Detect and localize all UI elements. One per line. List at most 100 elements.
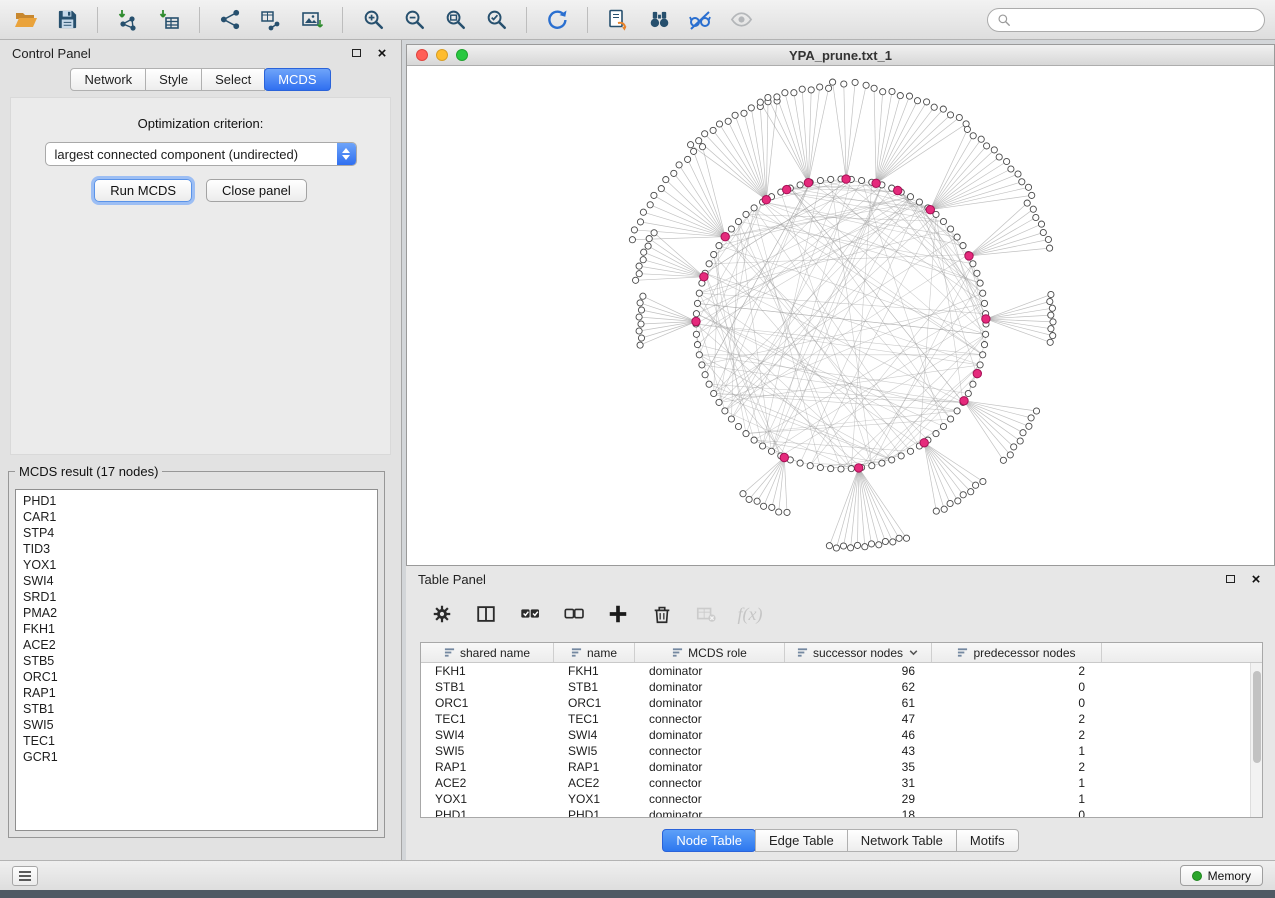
result-node-item[interactable]: CAR1 — [23, 509, 370, 525]
result-node-item[interactable]: TEC1 — [23, 733, 370, 749]
table-row[interactable]: SWI5SWI5connector431 — [421, 743, 1262, 759]
column-label: MCDS role — [688, 646, 747, 660]
cell-mcds-role: dominator — [635, 808, 785, 818]
delete-column-button[interactable] — [648, 600, 676, 628]
table-tab-motifs[interactable]: Motifs — [956, 829, 1019, 852]
cell-successor-nodes: 61 — [785, 696, 932, 710]
run-mcds-button[interactable]: Run MCDS — [94, 179, 192, 202]
table-bottom-tabs: Node TableEdge TableNetwork TableMotifs — [406, 829, 1275, 852]
table-row[interactable]: YOX1YOX1connector291 — [421, 791, 1262, 807]
search-network-button[interactable] — [643, 5, 675, 35]
result-node-item[interactable]: TID3 — [23, 541, 370, 557]
table-row[interactable]: TEC1TEC1connector472 — [421, 711, 1262, 727]
tab-style[interactable]: Style — [145, 68, 202, 91]
refresh-view-button[interactable] — [541, 5, 573, 35]
share-nodes-icon — [219, 8, 242, 31]
hide-selected-button[interactable] — [684, 5, 716, 35]
result-node-item[interactable]: FKH1 — [23, 621, 370, 637]
new-network-button[interactable] — [214, 5, 246, 35]
table-tab-edge-table[interactable]: Edge Table — [755, 829, 848, 852]
import-network-from-file-button[interactable] — [112, 5, 144, 35]
table-row[interactable]: ORC1ORC1dominator610 — [421, 695, 1262, 711]
tab-network[interactable]: Network — [70, 68, 146, 91]
table-row[interactable]: SWI4SWI4dominator462 — [421, 727, 1262, 743]
sort-icon — [571, 647, 582, 658]
column-settings-button[interactable] — [428, 600, 456, 628]
column-header-predecessor-nodes[interactable]: predecessor nodes — [932, 643, 1102, 662]
result-node-item[interactable]: ACE2 — [23, 637, 370, 653]
minimize-window-button[interactable] — [436, 49, 448, 61]
deselect-all-rows-button[interactable] — [560, 600, 588, 628]
zoom-in-button[interactable] — [357, 5, 389, 35]
result-node-item[interactable]: YOX1 — [23, 557, 370, 573]
float-table-panel-button[interactable] — [1223, 572, 1237, 586]
tab-mcds[interactable]: MCDS — [264, 68, 330, 91]
result-node-item[interactable]: SRD1 — [23, 589, 370, 605]
save-session-button[interactable] — [51, 5, 83, 35]
clear-table-button[interactable] — [692, 600, 720, 628]
result-node-item[interactable]: PMA2 — [23, 605, 370, 621]
control-panel-tabs: NetworkStyleSelectMCDS — [0, 68, 401, 91]
search-box[interactable] — [987, 8, 1265, 32]
network-from-table-button[interactable] — [255, 5, 287, 35]
result-node-item[interactable]: SWI5 — [23, 717, 370, 733]
chevron-down-icon[interactable] — [908, 647, 919, 658]
toolbar-separator — [199, 7, 200, 33]
memory-button[interactable]: Memory — [1180, 865, 1263, 886]
cell-predecessor-nodes: 0 — [932, 808, 1102, 818]
result-node-item[interactable]: STP4 — [23, 525, 370, 541]
table-row[interactable]: PHD1PHD1dominator180 — [421, 807, 1262, 818]
network-window-titlebar[interactable]: YPA_prune.txt_1 — [407, 45, 1274, 66]
criterion-select[interactable]: largest connected component (undirected) — [45, 142, 357, 166]
export-image-button[interactable] — [296, 5, 328, 35]
result-node-item[interactable]: STB5 — [23, 653, 370, 669]
close-panel-x-button[interactable]: × — [375, 46, 389, 60]
zoom-selected-button[interactable] — [480, 5, 512, 35]
table-row[interactable]: FKH1FKH1dominator962 — [421, 663, 1262, 679]
close-window-button[interactable] — [416, 49, 428, 61]
toggle-column-view-button[interactable] — [472, 600, 500, 628]
table-tab-node-table[interactable]: Node Table — [662, 829, 756, 852]
result-node-item[interactable]: SWI4 — [23, 573, 370, 589]
open-session-button[interactable] — [10, 5, 42, 35]
memory-status-icon — [1192, 871, 1202, 881]
column-header-name[interactable]: name — [554, 643, 635, 662]
mcds-result-list[interactable]: PHD1CAR1STP4TID3YOX1SWI4SRD1PMA2FKH1ACE2… — [15, 489, 378, 831]
import-table-from-file-button[interactable] — [153, 5, 185, 35]
cell-successor-nodes: 62 — [785, 680, 932, 694]
toolbar-separator — [342, 7, 343, 33]
column-header-shared-name[interactable]: shared name — [421, 643, 554, 662]
select-all-rows-button[interactable] — [516, 600, 544, 628]
add-column-button[interactable] — [604, 600, 632, 628]
zoom-out-button[interactable] — [398, 5, 430, 35]
table-row[interactable]: STB1STB1dominator620 — [421, 679, 1262, 695]
result-node-item[interactable]: GCR1 — [23, 749, 370, 765]
close-mcds-panel-button[interactable]: Close panel — [206, 179, 307, 202]
result-node-item[interactable]: RAP1 — [23, 685, 370, 701]
zoom-fit-button[interactable] — [439, 5, 471, 35]
float-panel-button[interactable] — [349, 46, 363, 60]
table-row[interactable]: RAP1RAP1dominator352 — [421, 759, 1262, 775]
result-node-item[interactable]: PHD1 — [23, 493, 370, 509]
share-document-button[interactable] — [602, 5, 634, 35]
column-header-successor-nodes[interactable]: successor nodes — [785, 643, 932, 662]
zoom-window-button[interactable] — [456, 49, 468, 61]
criterion-selected-value: largest connected component (undirected) — [55, 147, 356, 162]
control-panel-header: Control Panel × — [0, 40, 401, 66]
plus-icon — [607, 603, 629, 625]
close-table-panel-button[interactable]: × — [1249, 572, 1263, 586]
column-header-mcds-role[interactable]: MCDS role — [635, 643, 785, 662]
table-row[interactable]: ACE2ACE2connector311 — [421, 775, 1262, 791]
result-node-item[interactable]: STB1 — [23, 701, 370, 717]
task-history-button[interactable] — [12, 866, 38, 886]
scrollbar-thumb[interactable] — [1253, 671, 1261, 763]
tab-select[interactable]: Select — [201, 68, 265, 91]
search-input[interactable] — [1017, 13, 1255, 27]
show-all-button[interactable] — [725, 5, 757, 35]
network-canvas[interactable] — [407, 66, 1274, 564]
column-label: successor nodes — [813, 646, 903, 660]
function-builder-button[interactable]: f(x) — [736, 600, 764, 628]
table-tab-network-table[interactable]: Network Table — [847, 829, 957, 852]
result-node-item[interactable]: ORC1 — [23, 669, 370, 685]
table-vertical-scrollbar[interactable] — [1250, 663, 1262, 817]
